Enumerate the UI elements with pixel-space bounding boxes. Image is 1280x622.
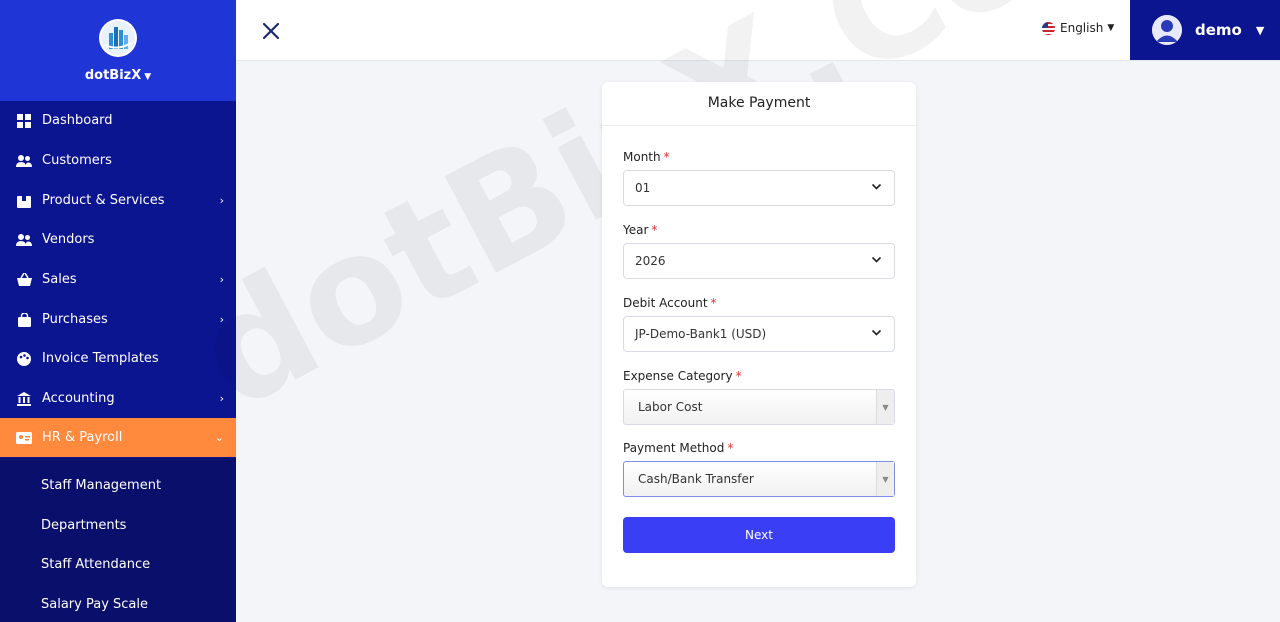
payment-method-value: Cash/Bank Transfer [638,472,754,486]
sidebar-item-label: Accounting [42,391,115,406]
bank-icon [16,391,32,407]
top-bar: English ▼ demo ▼ [236,0,1280,61]
chevron-right-icon: › [219,392,224,405]
required-mark: * [735,369,742,383]
dashboard-icon [16,113,32,129]
sidebar-item-product-services[interactable]: Product & Services › [0,181,236,220]
chevron-right-icon: › [219,273,224,286]
sidebar-item-hr-payroll[interactable]: HR & Payroll ⌄ [0,418,236,457]
basket-icon [16,272,32,288]
palette-icon [16,351,32,367]
sidebar-item-label: Purchases [42,312,108,327]
sidebar-item-sales[interactable]: Sales › [0,260,236,299]
chevron-down-icon: ▼ [1255,23,1265,37]
year-label-text: Year [623,223,649,237]
required-mark: * [651,223,658,237]
sidebar-item-label: Sales [42,272,77,287]
language-selector[interactable]: English ▼ [1042,21,1114,35]
language-label: English [1060,21,1104,35]
sidebar-item-label: Vendors [42,232,95,247]
make-payment-card: Make Payment Month * 01 Year * 2026 Debit … [602,82,916,587]
chevron-down-icon: ▼ [144,72,152,82]
us-flag-icon [1042,21,1055,35]
id-card-icon [16,430,32,446]
submenu-item-departments[interactable]: Departments [41,518,126,533]
required-mark: * [727,441,734,455]
required-mark: * [663,150,670,164]
users-icon [16,232,32,248]
chevron-down-icon: ▼ [1107,23,1115,33]
sidebar-item-invoice-templates[interactable]: Invoice Templates [0,339,236,378]
box-icon [16,193,32,209]
sidebar-item-dashboard[interactable]: Dashboard [0,101,236,140]
month-value: 01 [635,181,651,195]
payment-method-label: Payment Method * [623,441,733,455]
debit-account-label: Debit Account * [623,296,717,310]
users-icon [16,153,32,169]
brand-logo-icon[interactable] [99,19,137,57]
bag-icon [16,312,32,328]
submenu-item-staff-attendance[interactable]: Staff Attendance [41,557,150,572]
year-label: Year * [623,223,657,237]
avatar [1152,15,1182,45]
chevron-right-icon: › [219,313,224,326]
sidebar-item-label: Customers [42,153,112,168]
sidebar-item-label: HR & Payroll [42,430,123,445]
dropdown-arrow-icon: ▼ [876,462,894,496]
next-button[interactable]: Next [623,517,895,553]
sidebar-item-customers[interactable]: Customers [0,141,236,180]
payment-method-label-text: Payment Method [623,441,725,455]
required-mark: * [710,296,717,310]
expense-category-label: Expense Category * [623,369,742,383]
debit-account-value: JP-Demo-Bank1 (USD) [635,327,767,341]
sidebar: dotBizX ▼ Dashboard Customers Product & S… [0,0,236,622]
sidebar-item-accounting[interactable]: Accounting › [0,379,236,418]
chevron-down-icon [871,254,882,268]
sidebar-item-label: Dashboard [42,113,113,128]
brand-switcher[interactable]: dotBizX ▼ [0,68,236,83]
debit-account-label-text: Debit Account [623,296,708,310]
user-menu[interactable]: demo ▼ [1130,0,1280,60]
close-icon[interactable] [262,22,280,40]
year-select[interactable]: 2026 [623,243,895,279]
debit-account-select[interactable]: JP-Demo-Bank1 (USD) [623,316,895,352]
year-value: 2026 [635,254,666,268]
dropdown-arrow-icon: ▼ [876,390,894,424]
sidebar-item-vendors[interactable]: Vendors [0,220,236,259]
sidebar-item-label: Product & Services [42,193,165,208]
month-label: Month * [623,150,670,164]
chevron-right-icon: › [219,194,224,207]
expense-category-label-text: Expense Category [623,369,733,383]
brand-name: dotBizX [84,68,142,83]
chevron-down-icon [871,327,882,341]
expense-category-value: Labor Cost [638,400,703,414]
chevron-down-icon [871,181,882,195]
month-select[interactable]: 01 [623,170,895,206]
month-label-text: Month [623,150,661,164]
payment-method-select[interactable]: Cash/Bank Transfer ▼ [623,461,895,497]
submenu-item-salary-pay-scale[interactable]: Salary Pay Scale [41,597,148,612]
card-title: Make Payment [602,82,916,126]
brand-area: dotBizX ▼ [0,0,236,101]
submenu-item-staff-management[interactable]: Staff Management [41,478,161,493]
sidebar-item-purchases[interactable]: Purchases › [0,300,236,339]
hr-payroll-submenu: Staff Management Departments Staff Atten… [0,458,236,622]
user-name: demo [1195,21,1242,39]
chevron-down-icon: ⌄ [214,431,224,444]
expense-category-select[interactable]: Labor Cost ▼ [623,389,895,425]
sidebar-item-label: Invoice Templates [42,351,159,366]
